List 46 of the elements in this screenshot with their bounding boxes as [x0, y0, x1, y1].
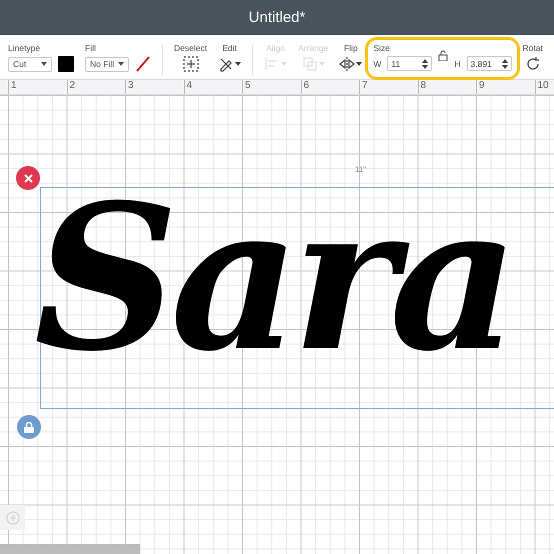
ruler-number: 3 [125, 80, 184, 94]
lock-icon[interactable] [438, 50, 448, 61]
caret-icon [41, 62, 47, 66]
ruler-number: 7 [359, 80, 418, 94]
dropdown[interactable]: No Fill [85, 56, 129, 72]
ruler-number: 8 [418, 80, 476, 94]
dimension-label: 11" [355, 165, 366, 174]
tool-label: Edit [222, 43, 237, 53]
ruler-number: 2 [66, 80, 125, 94]
ruler-number: 10 [534, 80, 554, 94]
ruler-number: 1 [8, 80, 66, 94]
tool-label: Deselect [174, 43, 208, 53]
dropdown[interactable]: Cut [8, 56, 52, 72]
deselect-icon [182, 56, 199, 72]
pencil-icon [218, 56, 234, 72]
scrollbar-thumb[interactable] [0, 544, 140, 554]
height-field[interactable]: 3.891 [466, 56, 512, 71]
field-label: H [454, 58, 460, 68]
caret-icon [118, 62, 124, 66]
width-field[interactable]: 11 [387, 56, 432, 71]
caret-icon [356, 62, 362, 66]
ruler-number: 6 [300, 80, 359, 94]
color-swatch[interactable] [58, 56, 74, 72]
field-label: Linetype [8, 43, 40, 53]
lock-button[interactable] [17, 415, 41, 439]
stepper-icon[interactable] [502, 58, 508, 68]
rotate-icon [524, 56, 541, 72]
layers-icon [302, 56, 318, 72]
window-title: Untitled* [248, 9, 306, 26]
flip-icon [339, 56, 356, 72]
stepper-icon[interactable] [422, 58, 428, 68]
field-label: Fill [85, 43, 96, 53]
tool-label: Flip [344, 43, 358, 53]
ruler-number: 9 [476, 80, 534, 94]
delete-button[interactable] [16, 166, 40, 190]
field-label: W [373, 58, 382, 68]
tool-label: Rotat [522, 43, 543, 53]
ruler-number: 5 [242, 80, 300, 94]
close-icon [24, 174, 32, 182]
field-label: Size [373, 43, 390, 53]
zoom-in-icon [6, 510, 20, 524]
ruler-number: 4 [184, 80, 242, 94]
lock-icon [24, 422, 34, 432]
no-fill-swatch[interactable] [135, 56, 151, 72]
design-text[interactable]: Sara [34, 199, 511, 359]
caret-icon [235, 62, 242, 66]
